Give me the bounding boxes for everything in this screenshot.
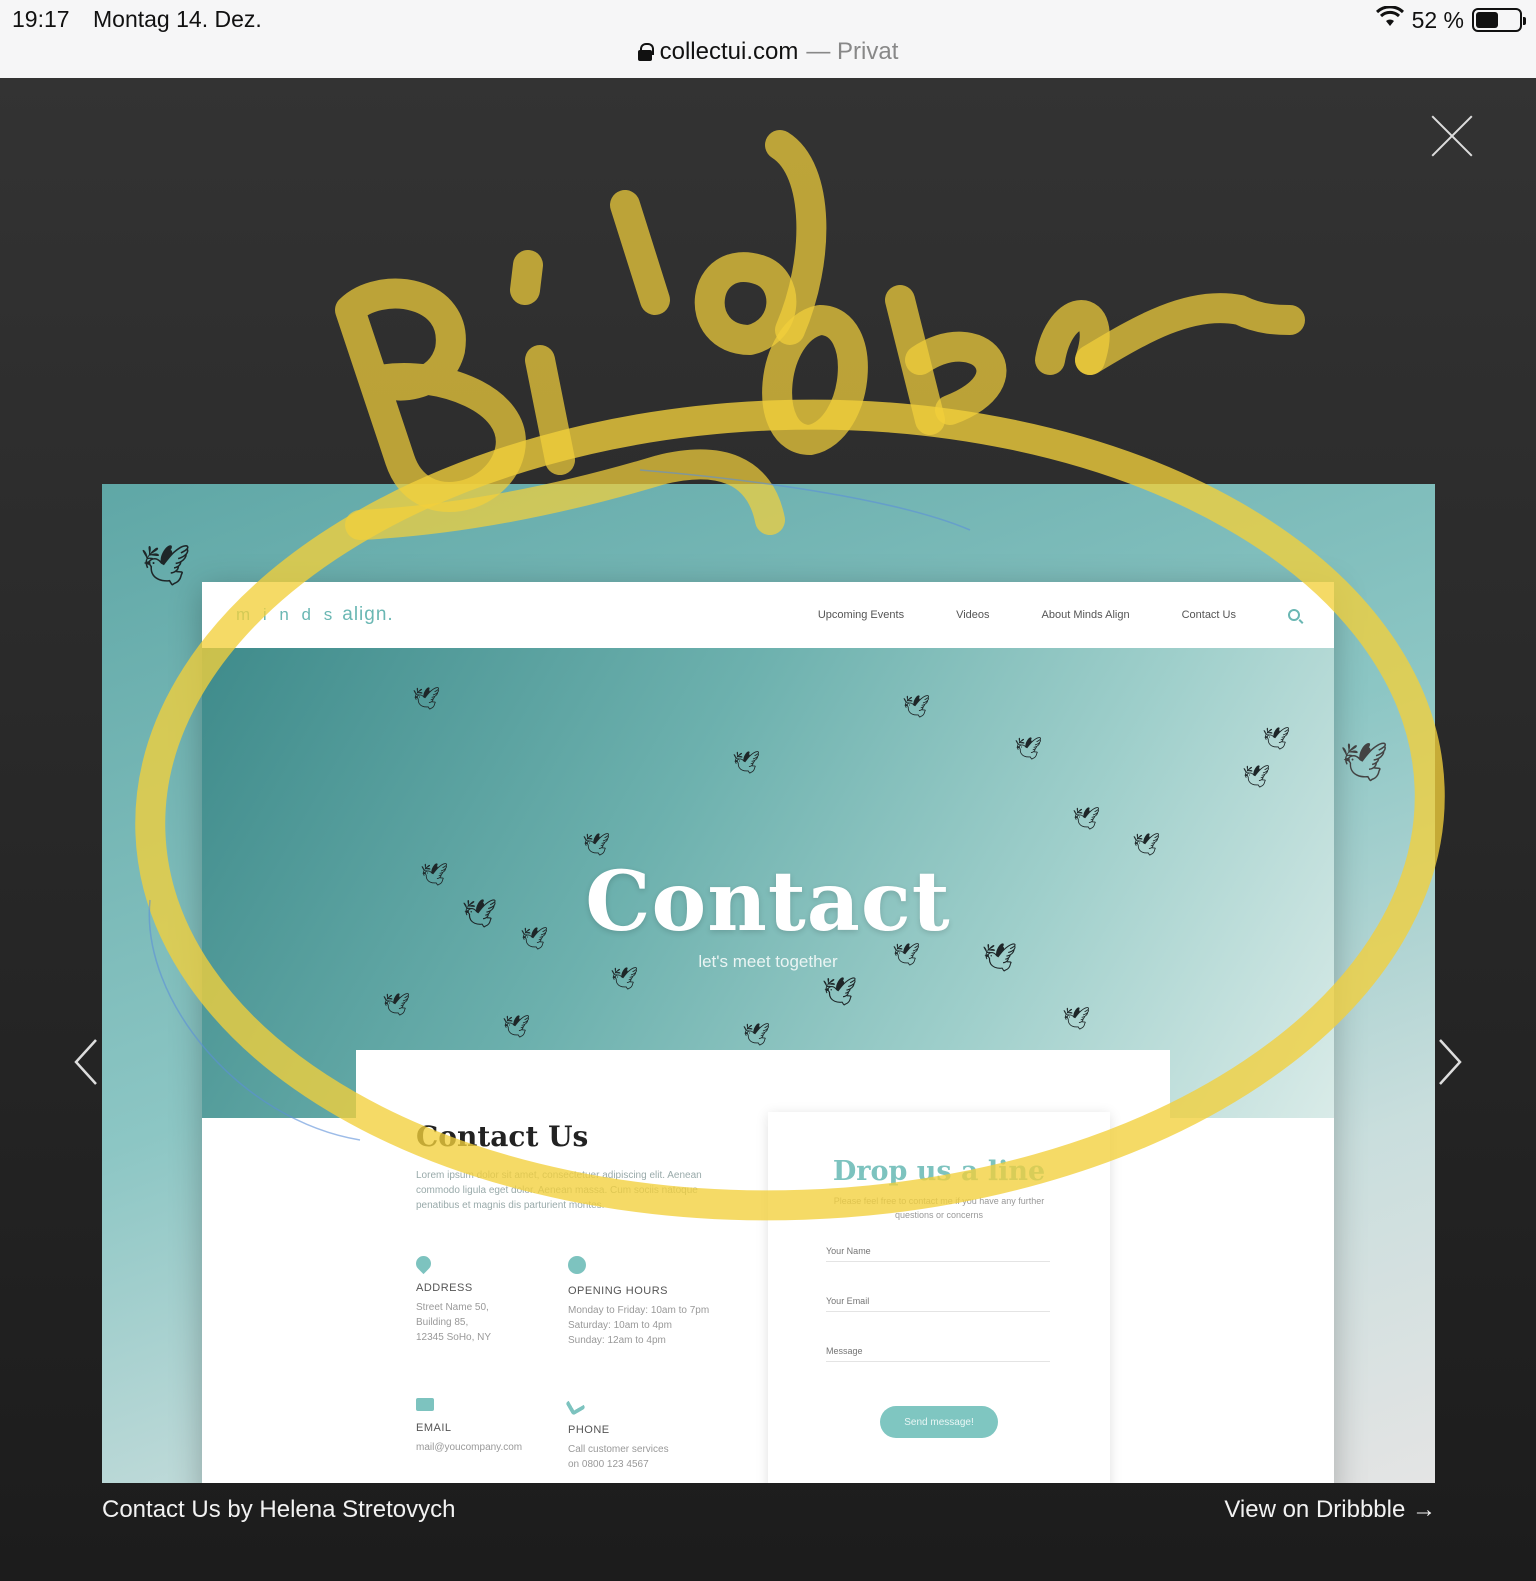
bird-decoration: 🕊 [1262,726,1290,751]
hours-line: Sunday: 12am to 4pm [568,1335,666,1346]
bird-decoration: 🕊 [1072,806,1100,831]
bird-decoration: 🕊 [382,992,410,1017]
nav-about[interactable]: About Minds Align [1042,609,1130,621]
hours-label: OPENING HOURS [568,1285,669,1297]
address-block: ADDRESS Street Name 50, Building 85, 123… [412,1252,492,1345]
wifi-icon [1375,5,1404,34]
hero-title: Contact [585,854,951,950]
bird-decoration: 🕊 [1014,736,1042,761]
site-header: m i n d s align. Upcoming Events Videos … [202,582,1334,648]
address-label: ADDRESS [416,1282,473,1294]
nav-videos[interactable]: Videos [956,609,989,621]
form-title: Drop us a line [832,1156,1046,1187]
contact-title: Contact Us [416,1120,589,1153]
logo-align: align. [342,604,394,625]
mail-icon [416,1398,434,1411]
nav-contact[interactable]: Contact Us [1182,609,1236,621]
contact-form: Drop us a line Please feel free to conta… [768,1112,1110,1483]
close-icon[interactable] [1428,112,1476,160]
email-block: EMAIL mail@youcompany.com [416,1398,522,1455]
clock-icon [568,1256,586,1274]
address-line: Street Name 50, [416,1302,489,1313]
location-pin-icon [412,1252,435,1275]
form-subtitle: Please feel free to contact me if you ha… [833,1196,1045,1220]
address-line: Building 85, [416,1317,469,1328]
bird-decoration: 🕊 [822,976,858,1007]
battery-percent: 52 % [1411,6,1464,33]
private-mode-label: — Privat [806,38,899,65]
bird-decoration: 🕊 [1132,832,1160,857]
website-mockup: m i n d s align. Upcoming Events Videos … [202,582,1334,1483]
address-bar[interactable]: collectui.com — Privat [0,38,1536,66]
bird-decoration: 🕊 [732,750,760,775]
shot-caption: Contact Us by Helena Stretovych [102,1496,456,1523]
email-value[interactable]: mail@youcompany.com [416,1440,522,1455]
url-domain: collectui.com [659,38,799,65]
phone-block: PHONE Call customer services on 0800 123… [565,1395,669,1472]
hours-line: Saturday: 10am to 4pm [568,1320,672,1331]
hero-subtitle: let's meet together [698,952,838,971]
status-time: 19:17 [12,6,70,32]
hours-line: Monday to Friday: 10am to 7pm [568,1305,710,1316]
battery-icon [1472,8,1526,32]
lock-icon [637,43,654,61]
email-field[interactable] [826,1290,1050,1312]
logo-minds: m i n d s [236,605,337,624]
nav-upcoming-events[interactable]: Upcoming Events [818,609,904,621]
site-nav: Upcoming Events Videos About Minds Align… [818,609,1300,621]
site-logo: m i n d s align. [236,604,394,626]
bird-decoration: 🕊 [582,832,610,857]
status-bar: 19:17 Montag 14. Dez. 52 % collectui.com… [0,0,1536,78]
bird-decoration: 🕊 [140,544,191,588]
phone-line: Call customer services [568,1444,669,1455]
shot-image: 🕊 🕊 m i n d s align. Upcoming Events Vid… [102,484,1435,1483]
bird-decoration: 🕊 [1242,764,1270,789]
search-icon[interactable] [1288,609,1300,621]
phone-line: on 0800 123 4567 [568,1459,649,1470]
address-line: 12345 SoHo, NY [416,1332,492,1343]
battery-level [1476,12,1498,28]
bird-decoration: 🕊 [502,1014,530,1039]
email-label: EMAIL [416,1422,452,1434]
view-on-dribbble-link[interactable]: View on Dribbble → [1224,1496,1436,1524]
bird-decoration: 🕊 [742,1022,770,1047]
bird-decoration: 🕊 [412,686,440,711]
bird-decoration: 🕊 [1340,742,1389,784]
name-field[interactable] [826,1240,1050,1262]
phone-label: PHONE [568,1424,610,1436]
hero-banner: 🕊 🕊 🕊 🕊 🕊 🕊 🕊 🕊 🕊 🕊 🕊 🕊 🕊 🕊 🕊 🕊 🕊 🕊 🕊 🕊 … [202,648,1334,1118]
status-indicators: 52 % [1375,5,1526,34]
status-date: Montag 14. Dez. [93,6,262,32]
bird-decoration: 🕊 [1062,1006,1090,1031]
contact-body: Lorem ipsum dolor sit amet, consectetuer… [416,1170,702,1211]
bird-decoration: 🕊 [902,694,930,719]
phone-icon [565,1395,586,1416]
send-message-button[interactable]: Send message! [880,1406,998,1438]
hours-block: OPENING HOURS Monday to Friday: 10am to … [568,1256,709,1348]
message-field[interactable] [826,1340,1050,1362]
